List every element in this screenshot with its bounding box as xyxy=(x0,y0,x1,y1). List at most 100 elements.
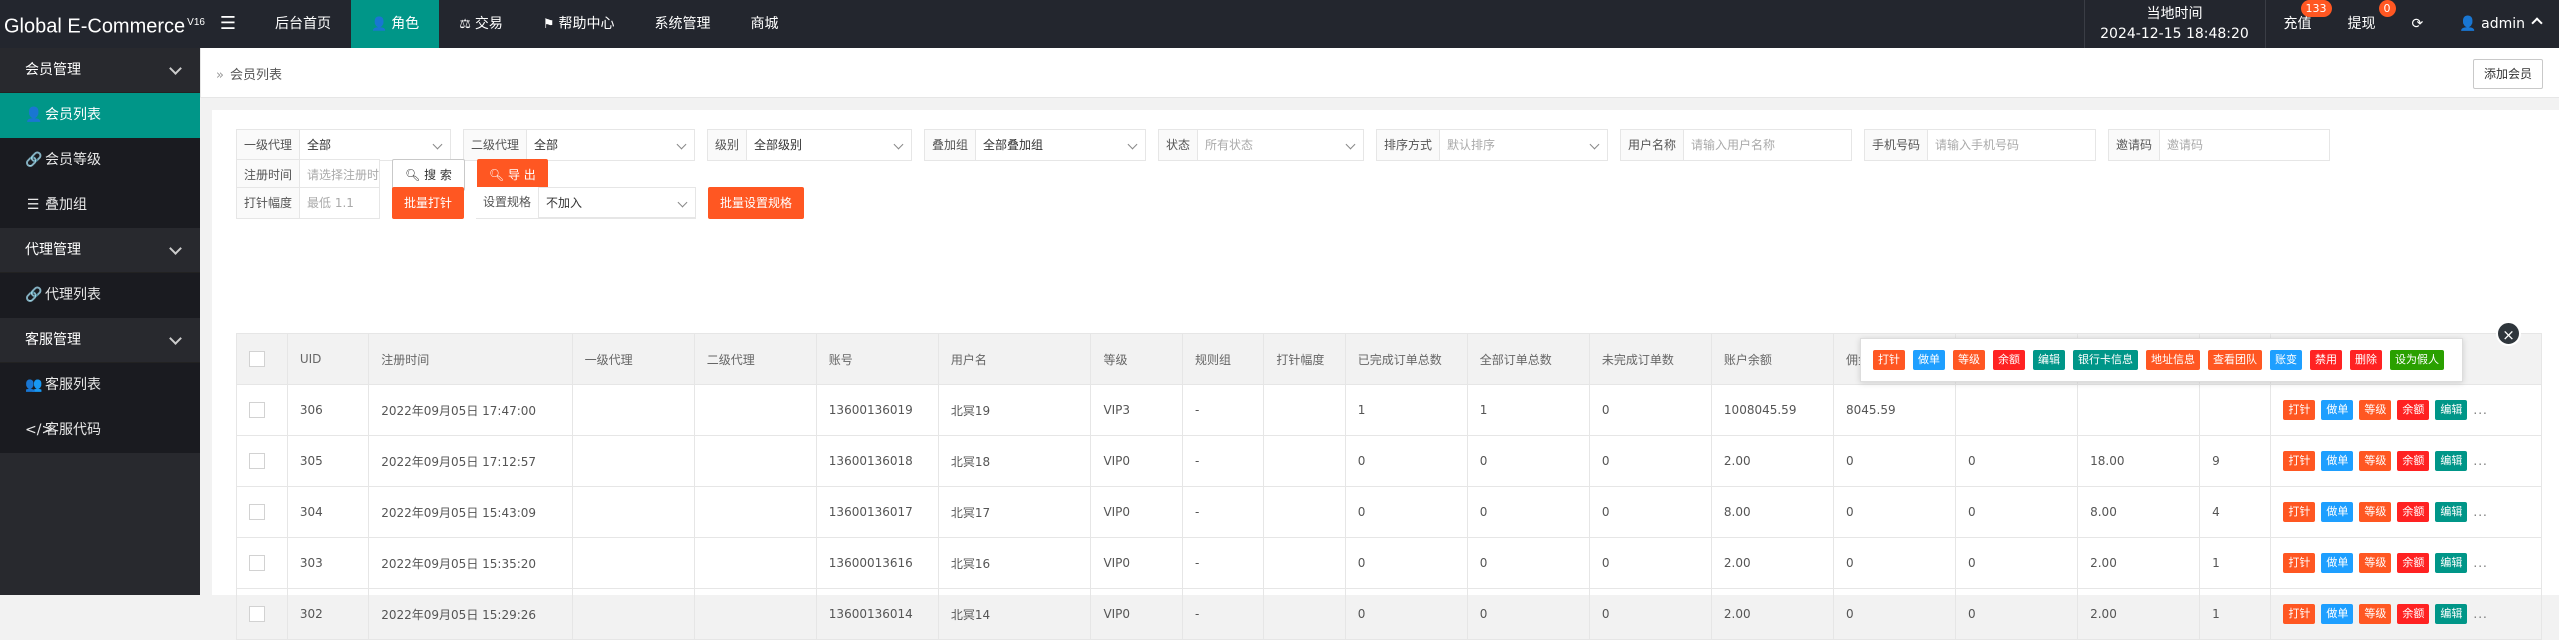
filter-input[interactable]: 邀请码 xyxy=(2160,130,2329,160)
more-actions-button[interactable]: ... xyxy=(2473,403,2487,417)
row-action-button[interactable]: 等级 xyxy=(2359,502,2391,522)
sidebar-group-6[interactable]: 客服管理 xyxy=(0,318,200,363)
row-checkbox[interactable] xyxy=(249,555,265,571)
row-action-button[interactable]: 编辑 xyxy=(2435,604,2467,624)
add-member-button[interactable]: 添加会员 xyxy=(2473,59,2543,89)
sidebar-item-5[interactable]: 🔗代理列表 xyxy=(0,273,200,318)
popup-action-button[interactable]: 账变 xyxy=(2270,350,2302,370)
batch-rule-button[interactable]: 批量设置规格 xyxy=(708,187,804,219)
filter-field-7[interactable]: 手机号码请输入手机号码 xyxy=(1864,129,2096,161)
filter-select[interactable]: 全部级别 xyxy=(747,130,911,160)
recharge-button[interactable]: 充值133 xyxy=(2266,0,2330,48)
popup-action-button[interactable]: 查看团队 xyxy=(2208,350,2262,370)
topnav-item-2[interactable]: ⚖交易 xyxy=(439,0,523,48)
withdraw-button[interactable]: 提现0 xyxy=(2330,0,2394,48)
filter-field-2[interactable]: 级别全部级别 xyxy=(707,129,912,161)
topnav-item-4[interactable]: 系统管理 xyxy=(635,0,731,48)
hamburger-icon[interactable]: ☰ xyxy=(210,0,246,48)
row-action-button[interactable]: 余额 xyxy=(2397,400,2429,420)
row-checkbox[interactable] xyxy=(249,606,265,622)
row-action-button[interactable]: 等级 xyxy=(2359,604,2391,624)
row-action-button[interactable]: 编辑 xyxy=(2435,451,2467,471)
filter-select[interactable]: 默认排序 xyxy=(1440,130,1607,160)
app-logo[interactable]: Global E-CommerceV16 xyxy=(0,0,200,48)
rule-select[interactable]: 不加入 xyxy=(538,187,696,218)
filter-input[interactable]: 请输入用户名称 xyxy=(1684,130,1851,160)
row-action-button[interactable]: 编辑 xyxy=(2435,553,2467,573)
filter-select[interactable]: 全部叠加组 xyxy=(976,130,1145,160)
topnav-item-0[interactable]: 后台首页 xyxy=(255,0,351,48)
row-action-button[interactable]: 做单 xyxy=(2321,604,2353,624)
filter-select[interactable]: 全部 xyxy=(527,130,694,160)
popup-action-button[interactable]: 删除 xyxy=(2350,350,2382,370)
row-action-button[interactable]: 余额 xyxy=(2397,502,2429,522)
popup-action-button[interactable]: 禁用 xyxy=(2310,350,2342,370)
row-select-cell[interactable] xyxy=(237,385,288,436)
row-select-cell[interactable] xyxy=(237,589,288,640)
hit-range-input[interactable]: 最低 1.1 xyxy=(300,188,361,218)
refresh-icon[interactable]: ⟳ xyxy=(2394,0,2442,48)
row-action-button[interactable]: 做单 xyxy=(2321,502,2353,522)
row-action-button[interactable]: 编辑 xyxy=(2435,502,2467,522)
row-action-button[interactable]: 做单 xyxy=(2321,553,2353,573)
select-all-checkbox[interactable] xyxy=(249,351,265,367)
filter-field-5[interactable]: 排序方式默认排序 xyxy=(1376,129,1608,161)
row-action-button[interactable]: 余额 xyxy=(2397,451,2429,471)
row-action-button[interactable]: 打针 xyxy=(2283,553,2315,573)
topnav-item-5[interactable]: 商城 xyxy=(731,0,799,48)
batch-hit-button[interactable]: 批量打针 xyxy=(392,187,464,219)
popup-action-button[interactable]: 地址信息 xyxy=(2146,350,2200,370)
filter-field-3[interactable]: 叠加组全部叠加组 xyxy=(924,129,1146,161)
breadcrumb-current[interactable]: 会员列表 xyxy=(230,68,282,83)
filter-field-6[interactable]: 用户名称请输入用户名称 xyxy=(1620,129,1852,161)
sidebar-item-7[interactable]: 👥客服列表 xyxy=(0,363,200,408)
row-action-button[interactable]: 做单 xyxy=(2321,451,2353,471)
user-menu[interactable]: 👤 admin xyxy=(2441,0,2559,48)
row-checkbox[interactable] xyxy=(249,453,265,469)
popup-action-button[interactable]: 做单 xyxy=(1913,350,1945,370)
popup-action-button[interactable]: 余额 xyxy=(1993,350,2025,370)
hit-range-field[interactable]: 打针幅度 最低 1.1 xyxy=(236,187,380,219)
more-actions-button[interactable]: ... xyxy=(2473,505,2487,519)
row-select-cell[interactable] xyxy=(237,487,288,538)
row-action-button[interactable]: 打针 xyxy=(2283,502,2315,522)
sidebar-group-4[interactable]: 代理管理 xyxy=(0,228,200,273)
row-action-button[interactable]: 等级 xyxy=(2359,451,2391,471)
row-action-button[interactable]: 余额 xyxy=(2397,604,2429,624)
filter-field-4[interactable]: 状态所有状态 xyxy=(1158,129,1364,161)
row-checkbox[interactable] xyxy=(249,402,265,418)
row-action-button[interactable]: 编辑 xyxy=(2435,400,2467,420)
popup-action-button[interactable]: 设为假人 xyxy=(2390,350,2444,370)
filter-field-1[interactable]: 二级代理全部 xyxy=(463,129,695,161)
filter-input[interactable]: 请输入手机号码 xyxy=(1928,130,2095,160)
row-select-cell[interactable] xyxy=(237,436,288,487)
popup-action-button[interactable]: 银行卡信息 xyxy=(2073,350,2138,370)
topnav-item-1[interactable]: 👤角色 xyxy=(351,0,439,48)
row-action-button[interactable]: 打针 xyxy=(2283,604,2315,624)
more-actions-button[interactable]: ... xyxy=(2473,556,2487,570)
more-actions-button[interactable]: ... xyxy=(2473,454,2487,468)
row-action-button[interactable]: 余额 xyxy=(2397,553,2429,573)
row-action-button[interactable]: 等级 xyxy=(2359,400,2391,420)
popup-action-button[interactable]: 等级 xyxy=(1953,350,1985,370)
row-select-cell[interactable] xyxy=(237,538,288,589)
sidebar-item-3[interactable]: ☰叠加组 xyxy=(0,183,200,228)
sidebar-item-1[interactable]: 👤会员列表 xyxy=(0,93,200,138)
sidebar-item-2[interactable]: 🔗会员等级 xyxy=(0,138,200,183)
row-action-button[interactable]: 做单 xyxy=(2321,400,2353,420)
rule-field[interactable]: 设置规格 不加入 xyxy=(476,187,696,219)
filter-select[interactable]: 所有状态 xyxy=(1198,130,1363,160)
topnav-item-3[interactable]: ⚑帮助中心 xyxy=(523,0,635,48)
popup-action-button[interactable]: 编辑 xyxy=(2033,350,2065,370)
close-icon[interactable]: × xyxy=(2496,321,2521,346)
row-checkbox[interactable] xyxy=(249,504,265,520)
row-action-button[interactable]: 打针 xyxy=(2283,451,2315,471)
select-all-cell[interactable] xyxy=(237,334,288,385)
row-action-button[interactable]: 打针 xyxy=(2283,400,2315,420)
sidebar-item-8[interactable]: </>客服代码 xyxy=(0,408,200,453)
popup-action-button[interactable]: 打针 xyxy=(1873,350,1905,370)
filter-select[interactable]: 全部 xyxy=(300,130,450,160)
reg-time-input[interactable]: 请选择注册时间 xyxy=(300,160,379,190)
sidebar-group-0[interactable]: 会员管理 xyxy=(0,48,200,93)
more-actions-button[interactable]: ... xyxy=(2473,607,2487,621)
